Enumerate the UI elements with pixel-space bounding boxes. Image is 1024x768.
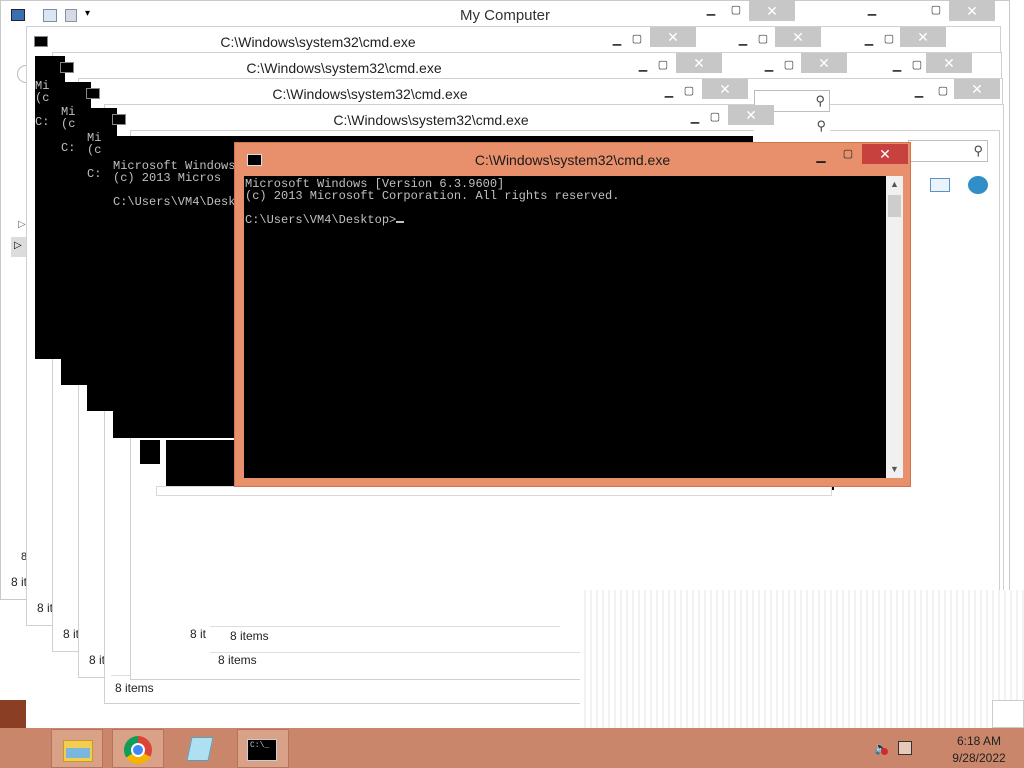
cmd-titlebar: C:\Windows\system32\cmd.exe <box>80 82 660 106</box>
close-button[interactable]: ✕ <box>702 79 748 99</box>
cmd-console-fragment <box>140 440 160 464</box>
network-icon[interactable] <box>898 741 912 755</box>
close-button[interactable]: ✕ <box>749 1 795 21</box>
close-button[interactable]: ✕ <box>775 27 821 47</box>
cmd-title: C:\Windows\system32\cmd.exe <box>220 34 416 50</box>
console-prompt: C:\Users\VM4\Desktop> <box>245 213 397 227</box>
search-icon[interactable]: ⚲ <box>815 93 825 109</box>
cmd-title: C:\Windows\system32\cmd.exe <box>272 86 468 102</box>
status-item-count: 8 items <box>218 653 257 667</box>
maximize-button[interactable]: ▢ <box>723 1 749 21</box>
search-box[interactable]: ⚲ <box>908 140 988 162</box>
tree-expand-icon[interactable]: ▷ <box>18 219 26 230</box>
status-item-count: 8 items <box>115 681 154 695</box>
cmd-icon: C:\_ <box>247 739 277 761</box>
taskbar-notepad[interactable] <box>175 729 227 768</box>
console-line: (c) 2013 Microsoft Corporation. All righ… <box>245 189 620 203</box>
close-button[interactable]: ✕ <box>801 53 847 73</box>
cmd-console[interactable]: Microsoft Windows [Version 6.3.9600](c) … <box>244 176 886 478</box>
cmd-titlebar: C:\Windows\system32\cmd.exe <box>28 30 608 54</box>
maximize-button[interactable]: ▢ <box>835 147 861 165</box>
window-edge-stack <box>580 590 1024 728</box>
scroll-down-icon[interactable]: ▼ <box>886 461 903 478</box>
search-icon[interactable]: ⚲ <box>973 143 983 159</box>
maximize-button[interactable]: ▢ <box>930 82 956 102</box>
cmd-window-active: C:\Windows\system32\cmd.exe ▁ ▢ ✕ Micros… <box>234 142 911 487</box>
window-edge-stack <box>992 700 1024 728</box>
volume-muted-icon <box>881 748 888 755</box>
maximize-button[interactable]: ▢ <box>676 82 702 102</box>
console-prompt-line: C:\Users\VM4\Desktop> <box>245 214 886 226</box>
minimize-button[interactable]: ▁ <box>906 83 932 103</box>
status-item-count: 8 it <box>190 627 207 641</box>
maximize-button[interactable]: ▢ <box>650 56 676 76</box>
taskbar-file-explorer[interactable] <box>51 729 103 768</box>
scroll-up-icon[interactable]: ▲ <box>886 176 903 193</box>
email-icon[interactable] <box>930 178 950 192</box>
text-cursor <box>396 221 405 223</box>
maximize-button[interactable]: ▢ <box>923 1 949 21</box>
folder-icon <box>66 748 90 758</box>
cmd-titlebar: C:\Windows\system32\cmd.exe <box>54 56 634 80</box>
close-button[interactable]: ✕ <box>949 1 995 21</box>
status-item-count: 8 it <box>11 575 28 589</box>
taskbar-chrome[interactable] <box>112 729 164 768</box>
clock-date[interactable]: 9/28/2022 <box>944 751 1014 765</box>
status-item-count: 8 it <box>63 627 80 641</box>
status-bar <box>210 652 590 670</box>
maximize-button[interactable]: ▢ <box>876 30 902 50</box>
taskbar-command-prompt[interactable]: C:\_ <box>237 729 289 768</box>
ribbon-toolbar <box>908 176 1000 196</box>
chrome-icon <box>131 743 145 757</box>
clock-time[interactable]: 6:18 AM <box>944 734 1014 748</box>
scroll-thumb[interactable] <box>888 195 901 217</box>
maximize-button[interactable]: ▢ <box>776 56 802 76</box>
close-button[interactable]: ✕ <box>926 53 972 73</box>
cmd-window-edge <box>156 486 832 496</box>
close-button[interactable]: ✕ <box>954 79 1000 99</box>
close-button[interactable]: ✕ <box>900 27 946 47</box>
taskbar-edge <box>0 700 26 728</box>
close-button[interactable]: ✕ <box>862 144 908 164</box>
control-panel-icon[interactable] <box>968 176 988 194</box>
status-item-count: 8 it <box>37 601 54 615</box>
minimize-button[interactable]: ▁ <box>808 149 834 167</box>
vertical-scrollbar[interactable]: ▲ ▼ <box>886 176 903 478</box>
status-item-count: 8 it <box>89 653 106 667</box>
notepad-icon <box>186 737 214 761</box>
maximize-button[interactable]: ▢ <box>624 30 650 50</box>
minimize-button[interactable]: ▁ <box>859 1 885 21</box>
cmd-titlebar: C:\Windows\system32\cmd.exe <box>106 108 756 132</box>
maximize-button[interactable]: ▢ <box>750 30 776 50</box>
minimize-button[interactable]: ▁ <box>698 1 724 21</box>
cmd-title: C:\Windows\system32\cmd.exe <box>246 60 442 76</box>
close-button[interactable]: ✕ <box>676 53 722 73</box>
search-icon[interactable]: ⚲ <box>816 118 826 134</box>
status-item-count: 8 items <box>230 629 269 643</box>
cmd-title: C:\Windows\system32\cmd.exe <box>333 112 529 128</box>
close-button[interactable]: ✕ <box>650 27 696 47</box>
